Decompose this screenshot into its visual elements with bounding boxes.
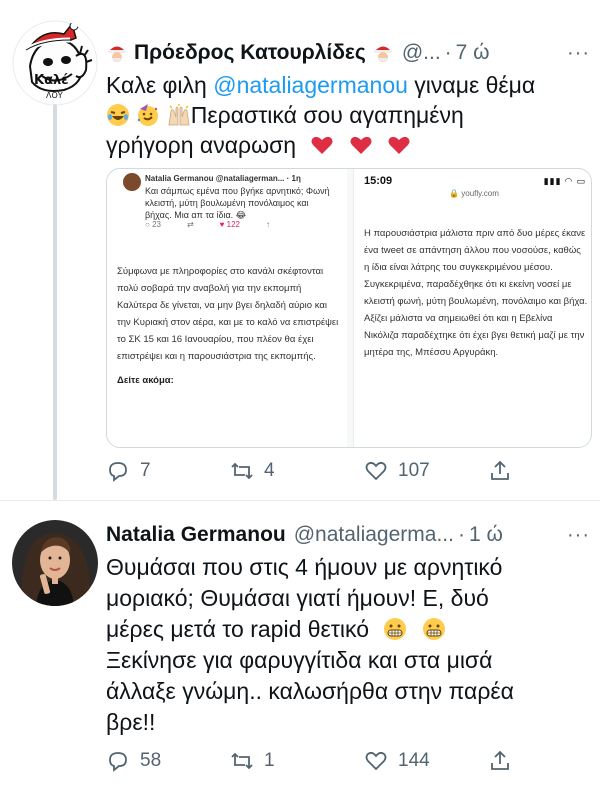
mini-body: Και σάμπως εμένα που βγήκε αρνητικό; Φων… xyxy=(145,186,330,220)
tweet-1-header: Πρόεδρος Κατουρλίδες @... · 7 ώ ··· xyxy=(106,38,590,68)
share-button[interactable] xyxy=(488,749,528,773)
santa-face-icon xyxy=(372,42,394,64)
more-options-icon[interactable]: ··· xyxy=(567,42,590,65)
mention-link[interactable]: @nataliagermanou xyxy=(213,72,408,98)
svg-text:Καλέ: Καλέ xyxy=(34,73,68,88)
grimacing-face-icon xyxy=(422,618,445,640)
heart-outline-icon xyxy=(365,461,387,481)
author-name[interactable]: Natalia Germanou xyxy=(106,523,286,547)
tweet-2-text: Θυμάσαι που στις 4 ήμουν με αρνητικό μορ… xyxy=(106,552,586,738)
tweet-2-line-6: βρε!! xyxy=(106,709,156,735)
retweet-count: 4 xyxy=(264,460,275,481)
screenshot-right-panel: 15:09 ▮▮▮ ◠ ▭ 🔒 youfly.com Η παρουσιάστρ… xyxy=(353,169,591,447)
tweet-2-line-4: Ξεκίνησε για φαρυγγίτιδα και στα μισά xyxy=(106,647,493,673)
author-handle[interactable]: @... xyxy=(402,41,441,65)
retweet-button[interactable]: 1 xyxy=(230,749,364,773)
like-count: 144 xyxy=(398,750,430,771)
retweet-icon xyxy=(231,752,253,770)
mini-like-icon: ♥ 122 xyxy=(219,220,241,229)
tweet-1-actions: 7 4 107 xyxy=(106,456,586,486)
like-button[interactable]: 107 xyxy=(364,459,488,483)
reply-count: 58 xyxy=(140,750,162,771)
more-options-icon[interactable]: ··· xyxy=(567,524,590,547)
reply-button[interactable]: 58 xyxy=(106,749,230,773)
svg-text:ΛΟΥ: ΛΟΥ xyxy=(46,91,63,100)
like-button[interactable]: 144 xyxy=(364,749,488,773)
tweet-2-line-2: μοριακό; Θυμάσαι γιατί ήμουν! Ε, δυό xyxy=(106,585,489,611)
heart-outline-icon xyxy=(365,751,387,771)
tweet-2-actions: 58 1 144 xyxy=(106,746,586,776)
tweet-2[interactable]: Natalia Germanou @nataliagerma... · 1 ώ … xyxy=(0,500,600,791)
red-heart-icon xyxy=(311,136,333,154)
separator-dot: · xyxy=(457,523,465,546)
reply-icon xyxy=(109,752,127,772)
red-heart-icon xyxy=(388,136,410,154)
share-icon xyxy=(491,460,509,480)
mini-share-icon: ↑ xyxy=(266,220,271,229)
tweet-2-line-3: μέρες μετά το rapid θετικό xyxy=(106,614,586,645)
mini-actions: ○ 23 ⇄ ♥ 122 ↑ xyxy=(145,219,335,231)
avatar-katourlides[interactable]: Καλέ ΛΟΥ xyxy=(12,20,98,106)
see-more-label: Δείτε ακόμα: xyxy=(117,375,174,386)
santa-face-icon xyxy=(106,42,128,64)
tweet-1-line-3: γρήγορη αναρωση xyxy=(106,130,586,160)
article-text-right: Η παρουσιάστρια μάλιστα πριν από δυο μέρ… xyxy=(364,228,588,358)
laughing-face-icon xyxy=(107,104,129,126)
tweet-2-header: Natalia Germanou @nataliagerma... · 1 ώ … xyxy=(106,520,590,550)
avatar-natalia[interactable] xyxy=(12,520,98,606)
phone-status-bar: 15:09 ▮▮▮ ◠ ▭ xyxy=(364,175,586,187)
retweet-button[interactable]: 4 xyxy=(230,459,364,483)
retweet-count: 1 xyxy=(264,750,275,771)
tweet-1-line-2: Περαστικά σου αγαπημένη xyxy=(106,100,586,130)
red-heart-icon xyxy=(350,136,372,154)
tweet-1[interactable]: Καλέ ΛΟΥ Πρόεδρος Κατουρλίδες @... · 7 ώ… xyxy=(0,0,600,500)
grimacing-face-icon xyxy=(384,618,407,640)
tweet-2-line-1: Θυμάσαι που στις 4 ήμουν με αρνητικό xyxy=(106,554,503,580)
mini-reply-icon: ○ 23 xyxy=(145,220,161,229)
mini-retweet-icon: ⇄ xyxy=(186,220,194,229)
like-count: 107 xyxy=(398,460,430,481)
party-face-icon xyxy=(138,104,159,126)
signal-wifi-battery-icon: ▮▮▮ ◠ ▭ xyxy=(543,176,586,186)
mini-avatar xyxy=(123,173,141,191)
share-button[interactable] xyxy=(488,459,528,483)
reply-button[interactable]: 7 xyxy=(106,459,230,483)
tweet-time[interactable]: 1 ώ xyxy=(469,523,503,547)
embedded-screenshot[interactable]: Natalia Germanou @nataliagerman... · 1η … xyxy=(106,168,592,448)
tweet-2-line-5: άλλαξε γνώμη.. καλωσήρθα στην παρέα xyxy=(106,678,514,704)
article-text-left: Σύμφωνα με πληροφορίες στο κανάλι σκέφτο… xyxy=(117,266,339,362)
reply-icon xyxy=(109,462,127,482)
mini-author: Natalia Germanou @nataliagerman... · 1η xyxy=(145,174,301,183)
retweet-icon xyxy=(231,462,253,480)
reply-count: 7 xyxy=(140,460,151,481)
raising-hands-icon xyxy=(168,104,190,126)
screenshot-left-panel: Natalia Germanou @nataliagerman... · 1η … xyxy=(107,169,347,447)
tweet-time[interactable]: 7 ώ xyxy=(456,41,490,65)
author-handle[interactable]: @nataliagerma... xyxy=(294,523,454,547)
separator-dot: · xyxy=(444,41,452,64)
tweet-1-text: Καλε φιλη @nataliagermanou γιναμε θέμα Π… xyxy=(106,70,586,160)
tweet-1-line-1: Καλε φιλη @nataliagermanou γιναμε θέμα xyxy=(106,72,536,98)
author-name[interactable]: Πρόεδρος Κατουρλίδες xyxy=(134,41,366,65)
thread-line xyxy=(53,104,57,500)
share-icon xyxy=(491,750,509,770)
site-url: 🔒 youfly.com xyxy=(449,189,499,198)
